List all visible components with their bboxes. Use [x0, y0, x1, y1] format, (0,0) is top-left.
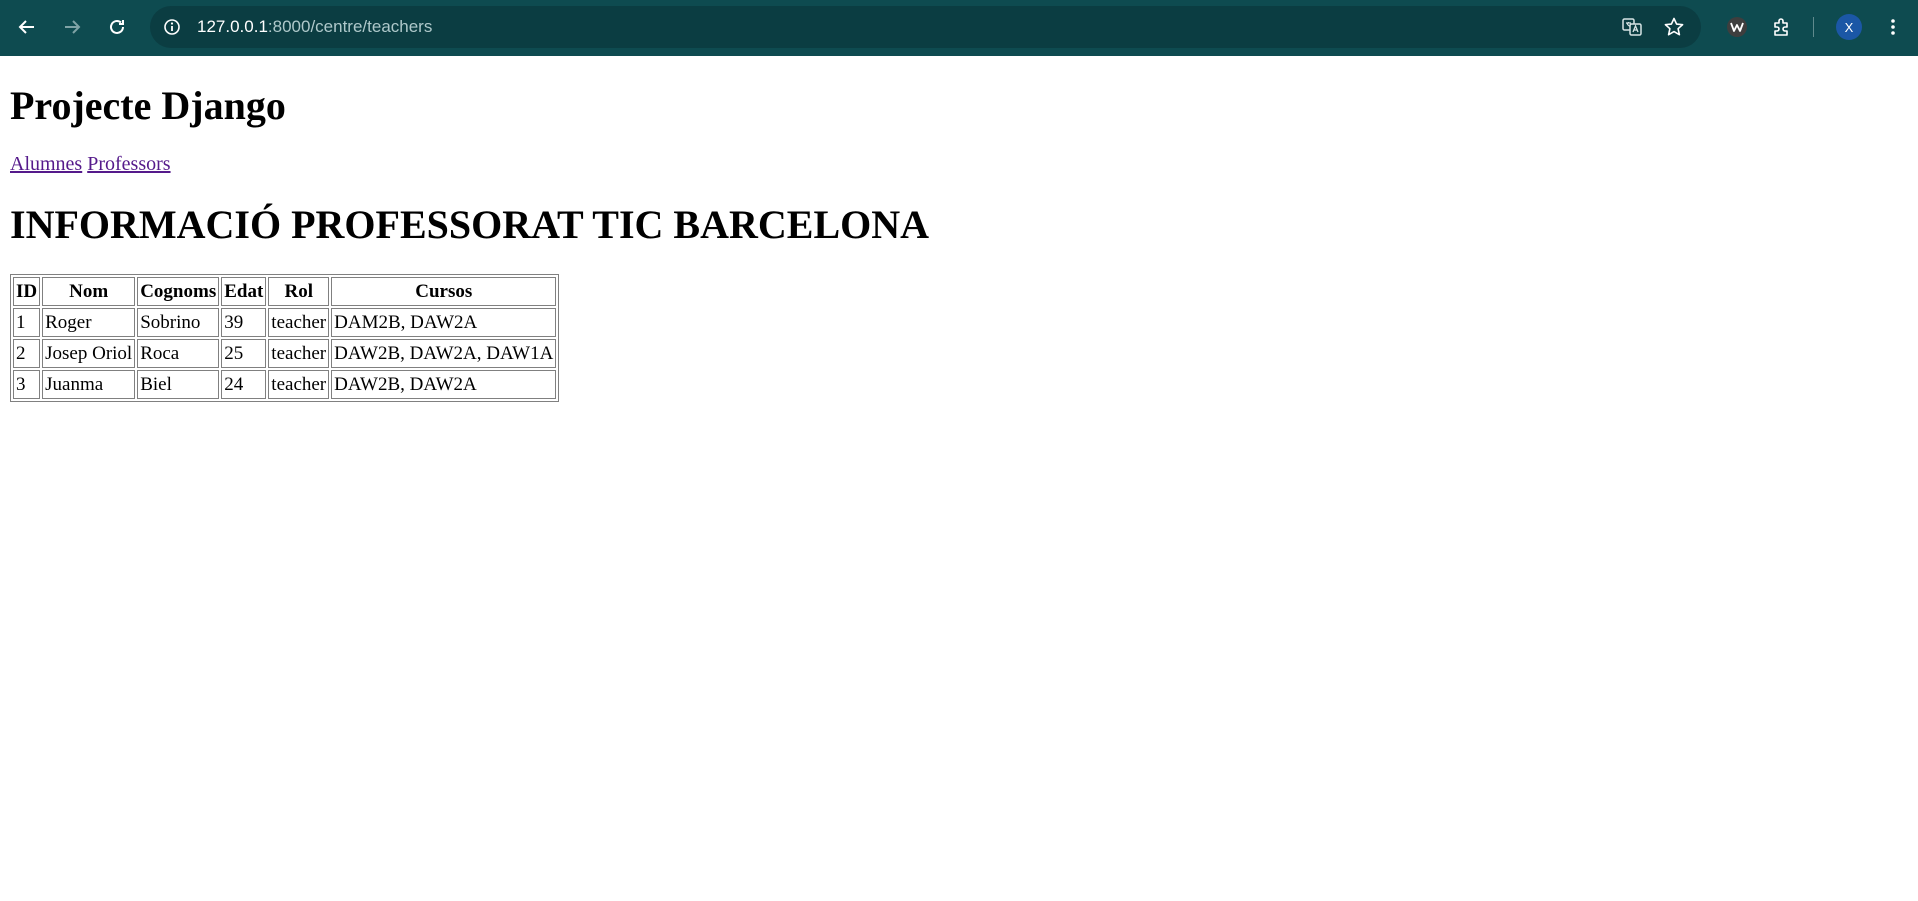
url-text[interactable]: 127.0.0.1:8000/centre/teachers	[197, 17, 432, 37]
cell-nom: Juanma	[42, 370, 136, 399]
extension-w-icon[interactable]	[1720, 10, 1754, 44]
address-bar[interactable]: 127.0.0.1:8000/centre/teachers	[150, 6, 1701, 48]
toolbar-divider	[1813, 17, 1814, 37]
cell-id: 2	[13, 339, 41, 368]
page-content: Projecte Django Alumnes Professors INFOR…	[0, 83, 1918, 402]
cell-cognoms: Sobrino	[137, 308, 220, 337]
kebab-menu-icon[interactable]	[1876, 10, 1910, 44]
main-nav: Alumnes Professors	[10, 153, 1908, 176]
cell-edat: 25	[221, 339, 267, 368]
cell-id: 3	[13, 370, 41, 399]
page-title: INFORMACIÓ PROFESSORAT TIC BARCELONA	[10, 202, 930, 247]
cell-rol: teacher	[268, 308, 330, 337]
column-header-edat: Edat	[221, 277, 267, 306]
cell-edat: 24	[221, 370, 267, 399]
cell-edat: 39	[221, 308, 267, 337]
table-header-row: ID Nom Cognoms Edat Rol Cursos	[13, 277, 557, 306]
table-row: 2 Josep Oriol Roca 25 teacher DAW2B, DAW…	[13, 339, 557, 368]
column-header-rol: Rol	[268, 277, 330, 306]
column-header-nom: Nom	[42, 277, 136, 306]
nav-link-students[interactable]: Alumnes	[10, 153, 82, 175]
cell-cursos: DAM2B, DAW2A	[331, 308, 557, 337]
column-header-cursos: Cursos	[331, 277, 557, 306]
cell-nom: Roger	[42, 308, 136, 337]
url-path: :8000/centre/teachers	[267, 17, 433, 36]
browser-toolbar: 127.0.0.1:8000/centre/teachers X	[0, 0, 1918, 56]
cell-rol: teacher	[268, 370, 330, 399]
cell-id: 1	[13, 308, 41, 337]
cell-cognoms: Biel	[137, 370, 220, 399]
site-info-icon[interactable]	[160, 15, 184, 39]
column-header-id: ID	[13, 277, 41, 306]
teachers-table: ID Nom Cognoms Edat Rol Cursos 1 Roger S…	[10, 274, 560, 402]
cell-cursos: DAW2B, DAW2A	[331, 370, 557, 399]
site-title: Projecte Django	[10, 83, 286, 128]
extensions-puzzle-icon[interactable]	[1765, 10, 1799, 44]
table-row: 1 Roger Sobrino 39 teacher DAM2B, DAW2A	[13, 308, 557, 337]
reload-icon[interactable]	[100, 10, 134, 44]
table-row: 3 Juanma Biel 24 teacher DAW2B, DAW2A	[13, 370, 557, 399]
nav-link-teachers[interactable]: Professors	[87, 153, 170, 175]
translate-icon[interactable]	[1620, 15, 1644, 39]
cell-cursos: DAW2B, DAW2A, DAW1A	[331, 339, 557, 368]
cell-rol: teacher	[268, 339, 330, 368]
bookmark-star-icon[interactable]	[1662, 15, 1686, 39]
cell-cognoms: Roca	[137, 339, 220, 368]
back-arrow-icon[interactable]	[10, 10, 44, 44]
cell-nom: Josep Oriol	[42, 339, 136, 368]
column-header-cognoms: Cognoms	[137, 277, 220, 306]
profile-avatar[interactable]: X	[1836, 14, 1862, 40]
url-host: 127.0.0.1	[197, 17, 268, 36]
forward-arrow-icon[interactable]	[55, 10, 89, 44]
